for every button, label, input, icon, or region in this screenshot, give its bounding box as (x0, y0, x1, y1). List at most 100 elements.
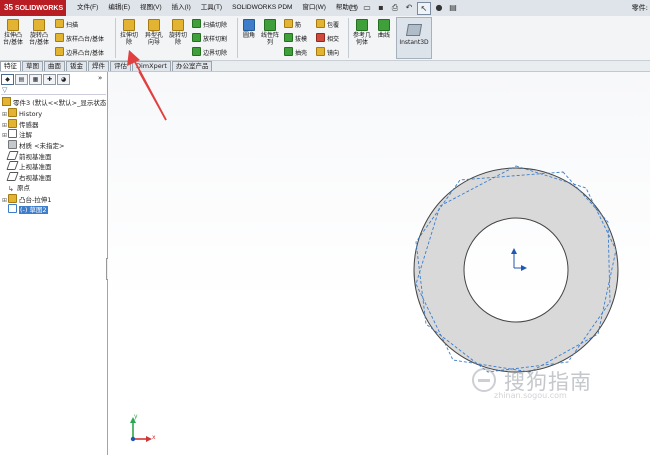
sweep-button[interactable]: 扫描 (55, 19, 78, 30)
ribbon-separator (115, 18, 116, 58)
property-manager-tab-icon[interactable]: ▤ (15, 74, 28, 85)
open-file-icon[interactable]: ▭ (361, 2, 373, 13)
wrap-icon (316, 19, 325, 28)
instant3d-icon (405, 24, 423, 36)
revolve-boss-button[interactable]: 旋转凸台/基体 (28, 19, 50, 46)
menu-insert[interactable]: 插入(I) (167, 0, 196, 16)
filter-divider (1, 94, 106, 95)
intersect-button[interactable]: 相交 (316, 33, 339, 44)
tree-item-material[interactable]: 材质 <未指定> (2, 140, 106, 151)
save-icon[interactable]: ▪ (375, 2, 387, 13)
tree-item-history[interactable]: ⊞ History (2, 108, 106, 119)
linear-pattern-button[interactable]: 线性阵列 (259, 19, 281, 46)
tree-item-sensors[interactable]: ⊞ 传感器 (2, 118, 106, 130)
tree-item-origin[interactable]: ↳ 原点 (2, 183, 106, 194)
revolve-boss-icon (33, 19, 45, 31)
select-pointer-icon[interactable]: ↖ (417, 2, 431, 15)
tab-features[interactable]: 特征 (0, 61, 21, 71)
reference-geometry-button[interactable]: 参考几何体 (351, 19, 373, 46)
origin-icon: ↳ (8, 184, 14, 193)
intersect-icon (316, 33, 325, 42)
hole-wizard-icon (148, 19, 160, 31)
loft-button[interactable]: 放样凸台/基体 (55, 33, 104, 44)
lofted-cut-button[interactable]: 放样切割 (192, 33, 227, 44)
shell-icon (284, 47, 293, 56)
solidworks-logo[interactable]: 35 SOLIDWORKS (0, 0, 66, 16)
menu-tools[interactable]: 工具(T) (196, 0, 227, 16)
tree-root-part[interactable]: 零件3 (默认<<默认>_显示状态 (2, 97, 106, 107)
boundary-boss-button[interactable]: 边界凸台/基体 (55, 47, 104, 58)
display-manager-tab-icon[interactable]: ◕ (57, 74, 70, 85)
hole-wizard-button[interactable]: 异型孔向导 (143, 19, 165, 46)
feature-manager-panel: ◆ ▤ ▦ ✚ ◕ » ▽ 零件3 (默认<<默认>_显示状态 ⊞ History… (0, 72, 108, 455)
origin-marker (511, 248, 527, 271)
dimxpert-manager-tab-icon[interactable]: ✚ (43, 74, 56, 85)
sketch-icon (8, 204, 17, 214)
tab-evaluate[interactable]: 评估 (110, 61, 131, 71)
command-tabs-bar: 特征 草图 曲面 钣金 焊件 评估 DimXpert 办公室产品 ⊕ ⊘ ↺ ▣… (0, 61, 650, 131)
filter-icon[interactable]: ▽ (2, 86, 7, 94)
expand-panel-icon[interactable]: » (98, 74, 102, 82)
coordinate-triad (130, 417, 152, 442)
menu-window[interactable]: 窗口(W) (297, 0, 330, 16)
wrap-button[interactable]: 包覆 (316, 19, 339, 30)
rib-button[interactable]: 筋 (284, 19, 301, 30)
tab-sheet-metal[interactable]: 钣金 (66, 61, 87, 71)
ribbon-separator (237, 18, 238, 58)
linear-pattern-icon (264, 19, 276, 31)
mirror-button[interactable]: 镜向 (316, 47, 339, 58)
ribbon-separator (348, 18, 349, 58)
tab-surfaces[interactable]: 曲面 (44, 61, 65, 71)
tree-item-right-plane[interactable]: 右视基准面 (2, 172, 106, 183)
history-icon (8, 108, 17, 117)
boundary-cut-button[interactable]: 边界切除 (192, 47, 227, 58)
extrude-cut-button[interactable]: 拉伸切除 (118, 19, 140, 46)
extrude-boss-button[interactable]: 拉伸凸台/基体 (2, 19, 24, 46)
extrude-boss-icon (7, 19, 19, 31)
swept-cut-icon (192, 19, 201, 28)
tab-weldments[interactable]: 焊件 (88, 61, 109, 71)
triad-y-label: y (134, 413, 138, 420)
reference-geometry-icon (356, 19, 368, 31)
sweep-icon (55, 19, 64, 28)
undo-icon[interactable]: ↶ (403, 2, 415, 13)
tab-dimxpert[interactable]: DimXpert (132, 61, 171, 71)
tree-item-sketch2[interactable]: (-) 草图2 (2, 204, 106, 215)
tab-office-products[interactable]: 办公室产品 (171, 61, 213, 71)
curves-button[interactable]: 曲线 (375, 19, 393, 39)
print-icon[interactable]: ⎙ (389, 2, 401, 13)
draft-button[interactable]: 拔模 (284, 33, 307, 44)
title-bar: 35 SOLIDWORKS 文件(F) 编辑(E) 视图(V) 插入(I) 工具(… (0, 0, 650, 17)
curves-icon (378, 19, 390, 31)
rib-icon (284, 19, 293, 28)
extrude-cut-icon (123, 19, 135, 31)
tab-sketch[interactable]: 草图 (22, 61, 43, 71)
rebuild-icon[interactable]: ● (433, 2, 445, 13)
menu-edit[interactable]: 编辑(E) (103, 0, 135, 16)
mirror-icon (316, 47, 325, 56)
sogou-logo-icon (472, 368, 496, 392)
quick-access-toolbar: □ ▭ ▪ ⎙ ↶ ↖ ● ▤ (347, 2, 459, 15)
menu-pdm[interactable]: SOLIDWORKS PDM (227, 0, 297, 16)
configuration-manager-tab-icon[interactable]: ▦ (29, 74, 42, 85)
plane-icon (6, 172, 19, 182)
menu-view[interactable]: 视图(V) (135, 0, 167, 16)
revolve-cut-button[interactable]: 旋转切除 (167, 19, 189, 46)
feature-manager-tab-icon[interactable]: ◆ (1, 74, 14, 85)
menu-file[interactable]: 文件(F) (72, 0, 103, 16)
tree-item-top-plane[interactable]: 上视基准面 (2, 161, 106, 172)
fillet-button[interactable]: 圆角 (240, 19, 258, 39)
tree-item-front-plane[interactable]: 前视基准面 (2, 150, 106, 162)
boundary-boss-icon (55, 47, 64, 56)
swept-cut-button[interactable]: 扫描切除 (192, 19, 227, 30)
options-icon[interactable]: ▤ (447, 2, 459, 13)
window-title: 零件: (631, 4, 648, 12)
watermark: 搜狗指南 zhinan.sogou.com (472, 366, 642, 406)
sensor-icon (8, 118, 17, 128)
new-file-icon[interactable]: □ (347, 2, 359, 13)
tree-item-boss-extrude[interactable]: ⊞ 凸台-拉伸1 (2, 193, 106, 205)
shell-button[interactable]: 抽壳 (284, 47, 307, 58)
extrude-icon (8, 193, 17, 203)
instant3d-button[interactable]: Instant3D (396, 17, 432, 59)
tree-item-annotations[interactable]: ⊞ 注解 (2, 129, 106, 140)
